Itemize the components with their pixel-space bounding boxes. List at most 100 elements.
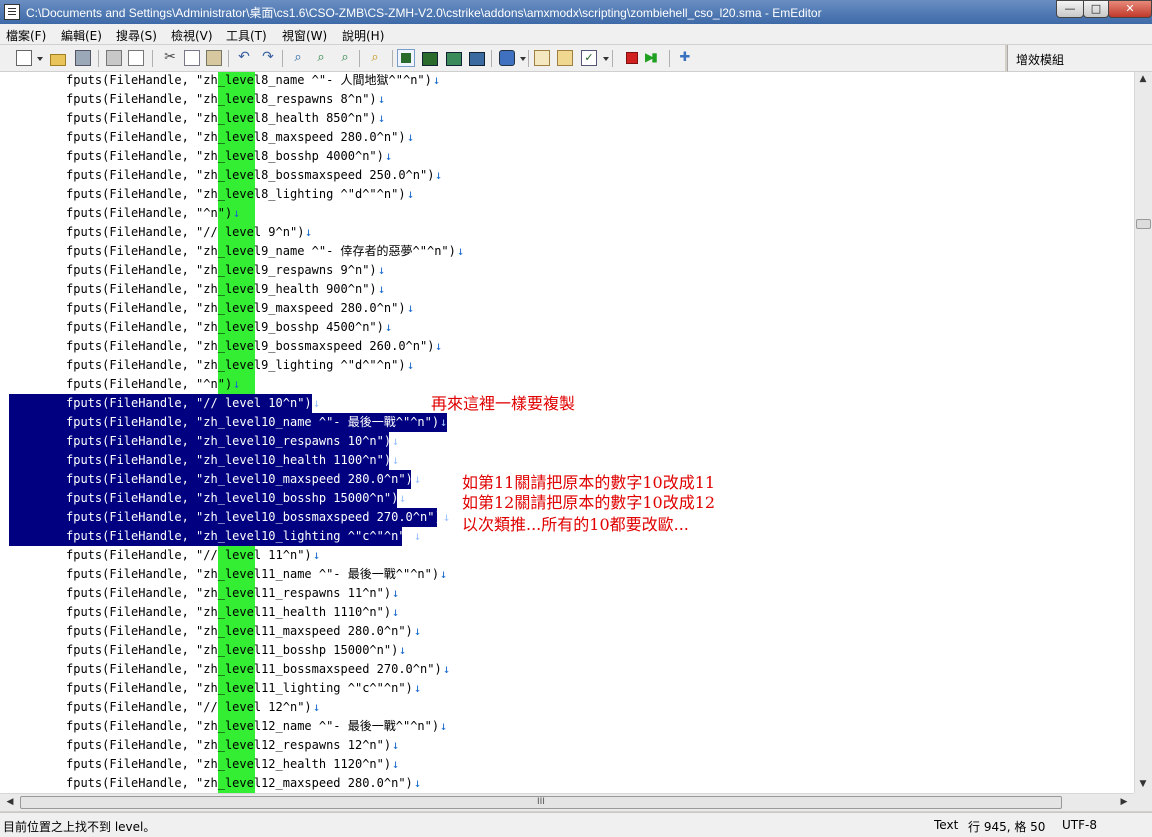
close-button[interactable]: ✕	[1108, 0, 1152, 18]
code-line[interactable]: fputs(FileHandle, "// level 11^n") ↓	[0, 546, 1134, 565]
scroll-down-icon[interactable]: ▼	[1135, 779, 1151, 789]
editor-area[interactable]: fputs(FileHandle, "zh_level8_name ^"- 人間…	[0, 72, 1134, 793]
window-title: C:\Documents and Settings\Administrator\…	[26, 6, 822, 20]
eol-marker-icon: ↓	[414, 472, 422, 486]
menu-search[interactable]: 搜尋(S)	[116, 27, 157, 44]
code-text: fputs(FileHandle, "zh_level10_maxspeed 2…	[66, 472, 413, 486]
horizontal-scrollbar[interactable]: ◀ III ▶	[0, 793, 1134, 811]
code-line[interactable]: fputs(FileHandle, "zh_level10_health 110…	[0, 451, 1134, 470]
code-line[interactable]: fputs(FileHandle, "zh_level9_respawns 9^…	[0, 261, 1134, 280]
wrap-page-icon[interactable]	[445, 50, 462, 66]
highlight-icon[interactable]: ⌕	[367, 50, 383, 66]
menu-edit[interactable]: 編輯(E)	[61, 27, 102, 44]
code-line[interactable]: fputs(FileHandle, "zh_level9_lighting ^"…	[0, 356, 1134, 375]
menu-view[interactable]: 檢視(V)	[171, 27, 213, 44]
macro-select-icon[interactable]	[557, 50, 573, 66]
code-line[interactable]: fputs(FileHandle, "zh_level11_respawns 1…	[0, 584, 1134, 603]
new-file-dropdown-icon[interactable]	[37, 57, 43, 61]
code-line[interactable]: fputs(FileHandle, "zh_level11_bosshp 150…	[0, 641, 1134, 660]
wrap-window-icon[interactable]	[421, 50, 438, 66]
code-line[interactable]: fputs(FileHandle, "zh_level11_maxspeed 2…	[0, 622, 1134, 641]
code-text: fputs(FileHandle, "// level 9^n")	[66, 225, 305, 239]
wrap-column-icon[interactable]	[468, 50, 485, 66]
eol-marker-icon: ↓	[407, 187, 415, 201]
eol-marker-icon: ↓	[407, 301, 415, 315]
menu-help[interactable]: 說明(H)	[342, 27, 384, 44]
status-encoding[interactable]: UTF-8	[1062, 818, 1097, 832]
code-line[interactable]: fputs(FileHandle, "zh_level12_respawns 1…	[0, 736, 1134, 755]
maximize-button[interactable]: □	[1083, 0, 1109, 18]
eol-marker-icon: ↓	[399, 643, 407, 657]
toolbar: ✂ ↶ ↷ ⌕ ⌕ ⌕ ⌕ ✓ ▶▮ ✚	[0, 45, 1005, 72]
code-line[interactable]: fputs(FileHandle, "zh_level8_respawns 8^…	[0, 90, 1134, 109]
minimize-button[interactable]: —	[1056, 0, 1084, 18]
code-line[interactable]: fputs(FileHandle, "zh_level8_bossmaxspee…	[0, 166, 1134, 185]
checklist-dropdown-icon[interactable]	[603, 57, 609, 61]
code-text: fputs(FileHandle, "zh_level12_health 112…	[66, 757, 392, 771]
redo-icon[interactable]: ↷	[260, 50, 276, 66]
scroll-left-icon[interactable]: ◀	[2, 797, 18, 807]
code-line[interactable]: fputs(FileHandle, "zh_level9_bossmaxspee…	[0, 337, 1134, 356]
scrollbar-corner	[1134, 793, 1152, 811]
paste-icon[interactable]	[206, 50, 222, 66]
code-line[interactable]: fputs(FileHandle, "zh_level11_bossmaxspe…	[0, 660, 1134, 679]
code-line[interactable]: fputs(FileHandle, "zh_level11_name ^"- 最…	[0, 565, 1134, 584]
stop-record-icon[interactable]	[626, 52, 638, 64]
horizontal-scroll-thumb[interactable]: III	[20, 796, 1062, 809]
eol-marker-icon: ↓	[414, 624, 422, 638]
code-line[interactable]: fputs(FileHandle, "^n") ↓	[0, 204, 1134, 223]
eol-marker-icon: ↓	[435, 168, 443, 182]
checklist-icon[interactable]: ✓	[581, 50, 597, 66]
new-file-icon[interactable]	[16, 50, 32, 66]
scroll-right-icon[interactable]: ▶	[1116, 797, 1132, 807]
print-preview-icon[interactable]	[128, 50, 144, 66]
open-folder-icon[interactable]	[50, 54, 66, 66]
code-line[interactable]: fputs(FileHandle, "zh_level9_name ^"- 倖存…	[0, 242, 1134, 261]
menu-window[interactable]: 視窗(W)	[282, 27, 327, 44]
code-line[interactable]: fputs(FileHandle, "zh_level9_bosshp 4500…	[0, 318, 1134, 337]
find-prev-icon[interactable]: ⌕	[337, 50, 353, 66]
eol-marker-icon: ↓	[392, 434, 400, 448]
print-icon[interactable]	[106, 50, 122, 66]
code-line[interactable]: fputs(FileHandle, "zh_level9_maxspeed 28…	[0, 299, 1134, 318]
code-line[interactable]: fputs(FileHandle, "zh_level12_maxspeed 2…	[0, 774, 1134, 793]
undo-icon[interactable]: ↶	[236, 50, 252, 66]
encoding-dropdown-icon[interactable]	[520, 57, 526, 61]
menu-tools[interactable]: 工具(T)	[226, 27, 267, 44]
copy-icon[interactable]	[184, 50, 200, 66]
find-next-icon[interactable]: ⌕	[313, 50, 329, 66]
save-icon[interactable]	[75, 50, 91, 66]
code-line[interactable]: fputs(FileHandle, "zh_level8_lighting ^"…	[0, 185, 1134, 204]
macro-edit-icon[interactable]	[534, 50, 550, 66]
status-position[interactable]: 行 945, 格 50	[968, 818, 1045, 835]
code-line[interactable]: fputs(FileHandle, "zh_level9_health 900^…	[0, 280, 1134, 299]
vertical-scrollbar[interactable]: ▲ ▼	[1134, 72, 1152, 793]
plugin-icon[interactable]: ✚	[677, 50, 693, 66]
eol-marker-icon: ↓	[457, 244, 465, 258]
app-icon[interactable]	[4, 4, 20, 20]
code-line[interactable]: fputs(FileHandle, "zh_level10_name ^"- 最…	[0, 413, 1134, 432]
eol-marker-icon: ↓	[233, 206, 241, 220]
find-icon[interactable]: ⌕	[290, 50, 306, 66]
code-line[interactable]: fputs(FileHandle, "zh_level11_lighting ^…	[0, 679, 1134, 698]
eol-marker-icon: ↓	[435, 339, 443, 353]
code-line[interactable]: fputs(FileHandle, "zh_level12_name ^"- 最…	[0, 717, 1134, 736]
code-line[interactable]: fputs(FileHandle, "zh_level10_respawns 1…	[0, 432, 1134, 451]
scroll-up-icon[interactable]: ▲	[1135, 74, 1151, 84]
code-line[interactable]: fputs(FileHandle, "zh_level11_health 111…	[0, 603, 1134, 622]
wrap-none-icon[interactable]	[397, 49, 415, 67]
code-line[interactable]: fputs(FileHandle, "zh_level8_bosshp 4000…	[0, 147, 1134, 166]
encoding-icon[interactable]	[499, 50, 515, 66]
code-line[interactable]: fputs(FileHandle, "zh_level8_name ^"- 人間…	[0, 72, 1134, 90]
code-line[interactable]: fputs(FileHandle, "zh_level12_health 112…	[0, 755, 1134, 774]
vertical-scroll-thumb[interactable]	[1136, 219, 1151, 229]
code-line[interactable]: fputs(FileHandle, "zh_level8_health 850^…	[0, 109, 1134, 128]
run-macro-icon[interactable]: ▶▮	[645, 50, 661, 66]
code-line[interactable]: fputs(FileHandle, "// level 12^n") ↓	[0, 698, 1134, 717]
code-line[interactable]: fputs(FileHandle, "zh_level8_maxspeed 28…	[0, 128, 1134, 147]
cut-icon[interactable]: ✂	[162, 50, 178, 66]
menu-bar: 檔案(F) 編輯(E) 搜尋(S) 檢視(V) 工具(T) 視窗(W) 說明(H…	[0, 24, 1152, 45]
menu-file[interactable]: 檔案(F)	[6, 27, 46, 44]
eol-marker-icon: ↓	[440, 719, 448, 733]
code-line[interactable]: fputs(FileHandle, "// level 9^n") ↓	[0, 223, 1134, 242]
